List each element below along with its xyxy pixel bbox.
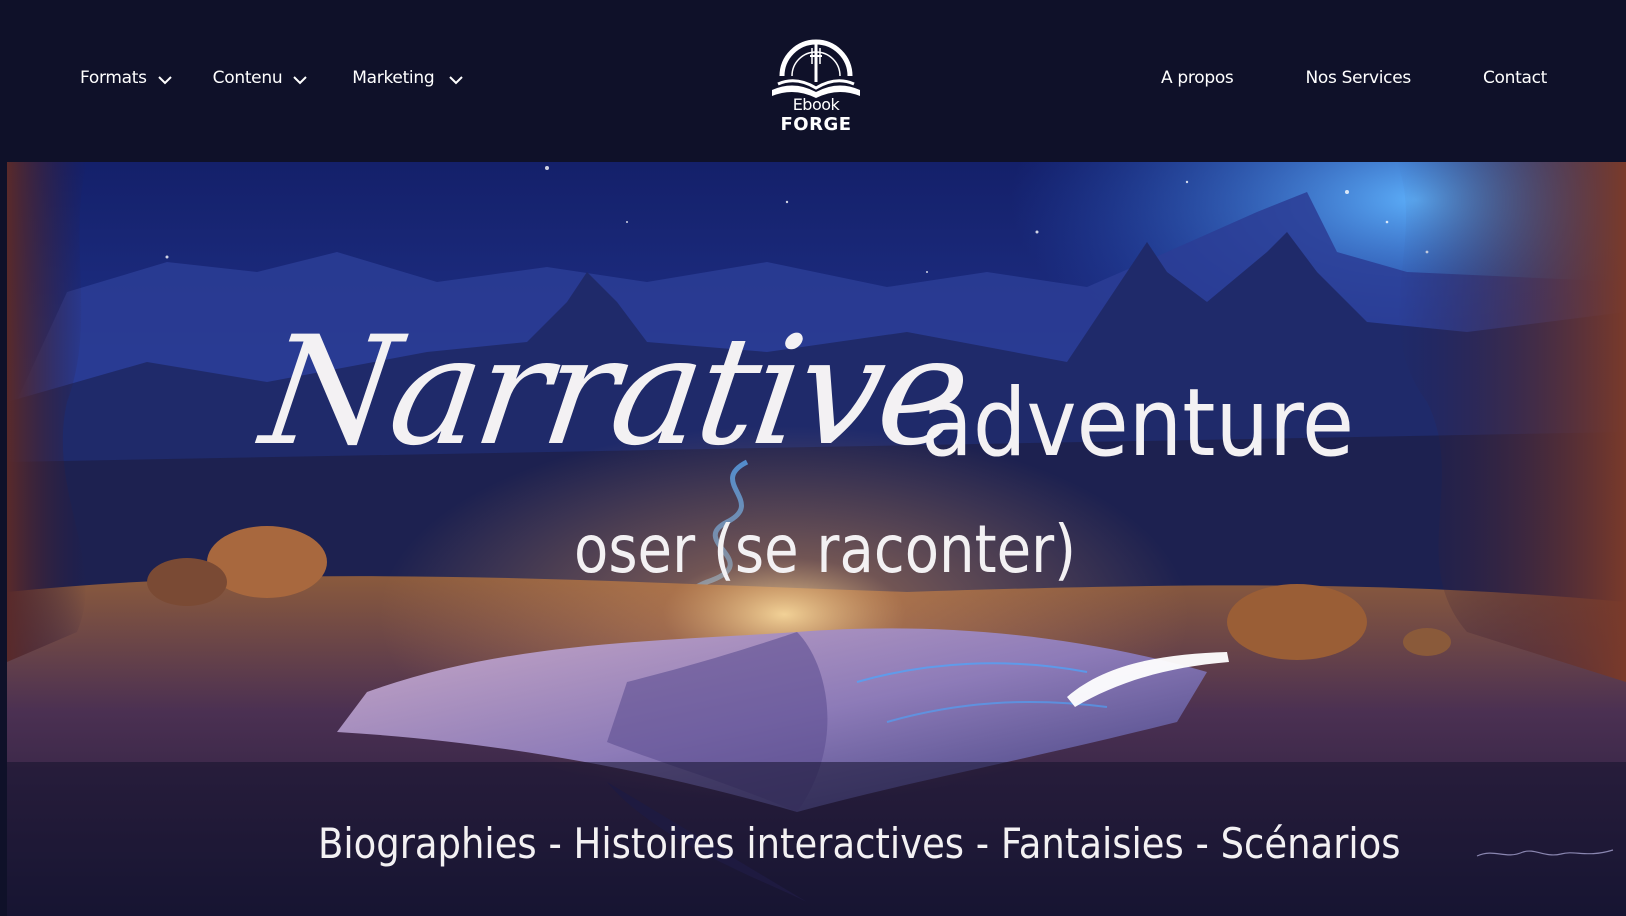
logo-text-forge: FORGE: [780, 114, 852, 135]
nav-dropdown-contenu[interactable]: Contenu: [213, 68, 309, 88]
artist-signature-icon: [1476, 849, 1614, 857]
nav-marketing-label: Marketing: [352, 68, 435, 88]
nav-formats-label: Formats: [80, 68, 147, 88]
book-quill-logo-icon: [772, 39, 860, 98]
chevron-down-icon: [449, 76, 464, 85]
chevron-down-icon: [157, 76, 172, 85]
nav-dropdown-formats[interactable]: Formats: [80, 68, 173, 88]
primary-nav-right: A propos Nos Services Contact: [1161, 68, 1547, 88]
nav-link-contact[interactable]: Contact: [1483, 68, 1547, 88]
headline-word: adventure: [921, 369, 1355, 478]
logo-text-ebook: Ebook: [792, 95, 840, 114]
hero-banner: Narrative adventure oser (se raconter) B…: [7, 162, 1626, 916]
hero-tagline: Biographies - Histoires interactives - F…: [318, 819, 1401, 868]
ebook-forge-logo[interactable]: Ebook FORGE: [768, 30, 864, 142]
nav-link-a-propos[interactable]: A propos: [1161, 68, 1234, 88]
chevron-down-icon: [293, 76, 308, 85]
headline-script-word: Narrative: [252, 305, 977, 479]
hero-subheadline: oser (se raconter): [574, 511, 1077, 588]
primary-nav-left: Formats Contenu Marketing: [80, 68, 464, 88]
nav-link-nos-services[interactable]: Nos Services: [1305, 68, 1411, 88]
nav-dropdown-marketing[interactable]: Marketing: [352, 68, 464, 88]
nav-contenu-label: Contenu: [212, 68, 283, 88]
top-navigation-bar: Formats Contenu Marketing Ebook FORGE A …: [0, 0, 1626, 162]
page: Formats Contenu Marketing Ebook FORGE A …: [0, 0, 1626, 916]
